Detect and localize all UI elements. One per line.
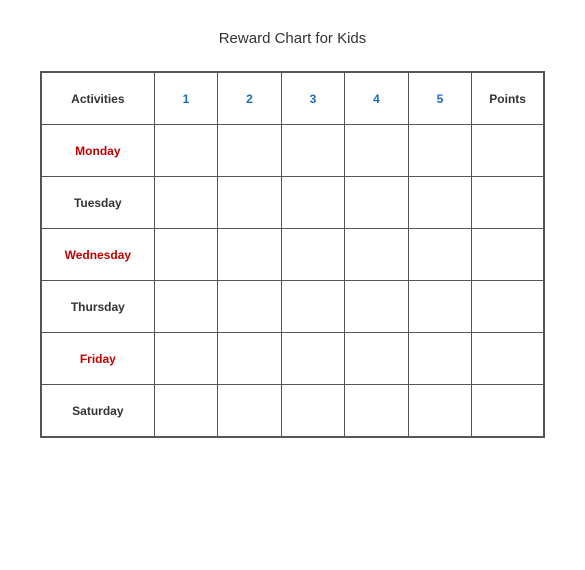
tuesday-col5 <box>408 177 472 229</box>
col-5-header: 5 <box>408 73 472 125</box>
wednesday-points <box>472 229 544 281</box>
activities-header: Activities <box>42 73 155 125</box>
thursday-points <box>472 281 544 333</box>
thursday-col1 <box>154 281 218 333</box>
saturday-col5 <box>408 385 472 437</box>
table-row: Friday <box>42 333 544 385</box>
tuesday-points <box>472 177 544 229</box>
wednesday-col5 <box>408 229 472 281</box>
wednesday-col4 <box>345 229 409 281</box>
table-row: Tuesday <box>42 177 544 229</box>
friday-col4 <box>345 333 409 385</box>
monday-col2 <box>218 125 282 177</box>
thursday-label: Thursday <box>42 281 155 333</box>
points-header: Points <box>472 73 544 125</box>
saturday-label: Saturday <box>42 385 155 437</box>
wednesday-col1 <box>154 229 218 281</box>
table-row: Saturday <box>42 385 544 437</box>
saturday-col3 <box>281 385 345 437</box>
monday-col1 <box>154 125 218 177</box>
tuesday-label: Tuesday <box>42 177 155 229</box>
tuesday-col3 <box>281 177 345 229</box>
friday-label: Friday <box>42 333 155 385</box>
monday-points <box>472 125 544 177</box>
friday-col2 <box>218 333 282 385</box>
friday-col1 <box>154 333 218 385</box>
friday-points <box>472 333 544 385</box>
tuesday-col2 <box>218 177 282 229</box>
thursday-col5 <box>408 281 472 333</box>
col-4-header: 4 <box>345 73 409 125</box>
wednesday-col3 <box>281 229 345 281</box>
col-2-header: 2 <box>218 73 282 125</box>
col-3-header: 3 <box>281 73 345 125</box>
saturday-col4 <box>345 385 409 437</box>
wednesday-col2 <box>218 229 282 281</box>
thursday-col2 <box>218 281 282 333</box>
table-row: Wednesday <box>42 229 544 281</box>
tuesday-col1 <box>154 177 218 229</box>
page-title: Reward Chart for Kids <box>219 30 367 47</box>
header-row: Activities 1 2 3 4 5 Points <box>42 73 544 125</box>
friday-col3 <box>281 333 345 385</box>
thursday-col3 <box>281 281 345 333</box>
chart-container: Activities 1 2 3 4 5 Points Monday Tuesd… <box>40 71 545 438</box>
table-row: Thursday <box>42 281 544 333</box>
saturday-points <box>472 385 544 437</box>
monday-col5 <box>408 125 472 177</box>
monday-label: Monday <box>42 125 155 177</box>
thursday-col4 <box>345 281 409 333</box>
monday-col3 <box>281 125 345 177</box>
saturday-col2 <box>218 385 282 437</box>
saturday-col1 <box>154 385 218 437</box>
reward-table: Activities 1 2 3 4 5 Points Monday Tuesd… <box>41 72 544 437</box>
tuesday-col4 <box>345 177 409 229</box>
col-1-header: 1 <box>154 73 218 125</box>
table-row: Monday <box>42 125 544 177</box>
monday-col4 <box>345 125 409 177</box>
friday-col5 <box>408 333 472 385</box>
wednesday-label: Wednesday <box>42 229 155 281</box>
